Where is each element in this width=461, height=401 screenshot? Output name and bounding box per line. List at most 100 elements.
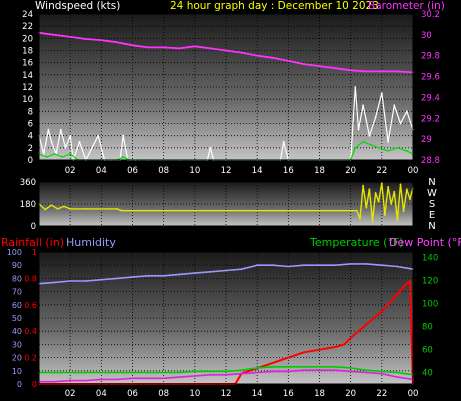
windgust-line-point bbox=[282, 140, 285, 143]
windspeed-tick-labels: 024681012141618202224 bbox=[22, 10, 33, 166]
rainfall-line-point bbox=[271, 362, 274, 364]
temperature-line-point bbox=[131, 371, 134, 374]
temperature-line-point bbox=[334, 365, 336, 368]
windgust-line-point bbox=[209, 146, 212, 149]
direction-line-point bbox=[56, 208, 59, 210]
graph-date-title: 24 hour graph day : December 10 2023 bbox=[170, 0, 379, 12]
rainfall-line-point bbox=[287, 356, 290, 359]
direction-line-point bbox=[374, 192, 377, 194]
windgust-line-point bbox=[405, 110, 408, 113]
barometer-line-point bbox=[271, 56, 274, 59]
direction-line-point bbox=[256, 209, 259, 212]
x-tick-label: 10 bbox=[189, 166, 200, 176]
temperature-line-point bbox=[100, 371, 103, 374]
direction-line-point bbox=[362, 184, 364, 187]
temperature-line-point bbox=[69, 371, 72, 374]
humidity-line-point bbox=[334, 264, 336, 267]
direction-line-point bbox=[380, 182, 383, 185]
temperature-tick: 120 bbox=[422, 277, 438, 287]
rainfall-line-point bbox=[318, 348, 321, 351]
x-tick-label: 14 bbox=[252, 166, 263, 176]
dewpoint-line-point bbox=[240, 372, 243, 375]
dewpoint-line-point bbox=[287, 370, 290, 373]
rainfall-tick: 0.2 bbox=[24, 354, 37, 363]
humidity-tick: 30 bbox=[12, 340, 22, 349]
humidity-line-point bbox=[131, 276, 134, 278]
dewpoint-line-point bbox=[84, 379, 87, 382]
dewpoint-line-point bbox=[334, 369, 336, 372]
direction-line-point bbox=[393, 190, 396, 193]
barometer-line-point bbox=[209, 47, 212, 50]
dewpoint-line-point bbox=[318, 369, 321, 372]
humidity-line-point bbox=[380, 264, 383, 267]
dewpoint-line-point bbox=[225, 373, 227, 376]
rainfall-line-point bbox=[349, 336, 352, 339]
rain-x-axis-labels: 02 04 06 08 10 12 14 16 18 20 22 00 bbox=[65, 389, 419, 399]
humidity-tick: 80 bbox=[12, 274, 22, 283]
windavg-line-point bbox=[53, 153, 56, 155]
dewpoint-line-point bbox=[162, 377, 165, 380]
barometer-line-point bbox=[256, 54, 259, 57]
humidity-line-point bbox=[287, 265, 290, 268]
barometer-line-point bbox=[131, 44, 134, 47]
dewpoint-line-point bbox=[396, 376, 399, 378]
windavg-line-point bbox=[61, 156, 64, 158]
x-tick-label: 12 bbox=[221, 166, 232, 176]
temperature-line-point bbox=[116, 371, 118, 374]
windavg-line-point bbox=[122, 156, 125, 158]
direction-tick-labels: 0 180 360 bbox=[20, 178, 36, 232]
windspeed-tick: 14 bbox=[22, 71, 33, 81]
x-tick-label: 02 bbox=[65, 166, 76, 176]
humidity-axis-title: Humidity bbox=[66, 236, 116, 249]
barometer-line-point bbox=[69, 36, 72, 38]
direction-line-point bbox=[402, 210, 405, 213]
windavg-line-point bbox=[362, 140, 364, 143]
direction-line-point bbox=[131, 209, 134, 212]
temperature-line-point bbox=[84, 371, 87, 374]
temperature-line-point bbox=[396, 371, 399, 374]
rainfall-tick-labels: 0 0.2 0.4 0.6 0.8 1 bbox=[24, 248, 37, 389]
windgust-line-point bbox=[42, 153, 45, 155]
dewpoint-line-point bbox=[271, 370, 274, 373]
windgust-line-point bbox=[122, 134, 125, 137]
barometer-tick: 29.4 bbox=[421, 93, 440, 103]
dewpoint-line-point bbox=[365, 371, 368, 374]
compass-label: S bbox=[429, 199, 435, 210]
rain-humidity-temp-panel: 0 10 20 30 40 50 60 70 80 90 100 0 0.2 0.4 0.6 0.8 1 40… bbox=[7, 248, 439, 389]
direction-line-point bbox=[409, 198, 411, 201]
windgust-line-point bbox=[380, 92, 383, 94]
temperature-line-point bbox=[380, 370, 383, 373]
dewpoint-line-point bbox=[116, 378, 118, 381]
x-tick-label: 00 bbox=[408, 166, 419, 176]
humidity-line-point bbox=[303, 264, 305, 267]
rainfall-line-point bbox=[334, 346, 336, 348]
x-tick-label: 12 bbox=[221, 389, 232, 399]
windspeed-tick: 22 bbox=[22, 22, 33, 32]
windavg-line-point bbox=[69, 153, 72, 155]
humidity-line-point bbox=[100, 278, 103, 281]
direction-line-point bbox=[116, 208, 118, 210]
windspeed-tick: 24 bbox=[22, 10, 33, 20]
windgust-line-point bbox=[69, 134, 72, 137]
direction-line-point bbox=[399, 183, 402, 186]
direction-line-point bbox=[349, 209, 352, 212]
barometer-line-point bbox=[147, 46, 150, 49]
dewpoint-line-point bbox=[349, 370, 352, 373]
direction-line-point bbox=[377, 200, 380, 203]
windavg-line-point bbox=[377, 146, 380, 149]
x-tick-label: 18 bbox=[314, 166, 325, 176]
barometer-tick: 29 bbox=[421, 135, 432, 145]
rainfall-line-point bbox=[380, 310, 383, 313]
barometer-tick: 29.2 bbox=[421, 114, 440, 124]
direction-line-point bbox=[359, 217, 361, 220]
direction-line-point bbox=[405, 188, 408, 191]
x-tick-label: 22 bbox=[376, 166, 387, 176]
rainfall-line-point bbox=[303, 351, 305, 354]
temperature-line-point bbox=[209, 370, 212, 373]
x-tick-label: 04 bbox=[96, 166, 107, 176]
dewpoint-line-point bbox=[147, 377, 150, 380]
dewpoint-line-point bbox=[131, 377, 134, 380]
humidity-line-point bbox=[240, 268, 243, 271]
x-tick-label: 00 bbox=[408, 389, 419, 399]
humidity-line-point bbox=[271, 264, 274, 267]
